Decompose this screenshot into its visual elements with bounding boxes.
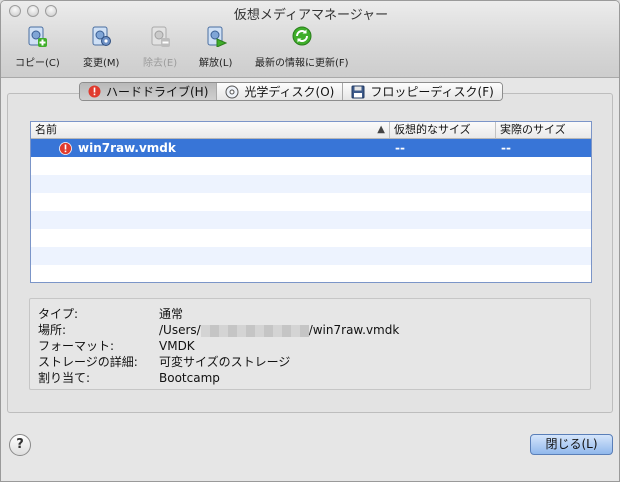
table-header: 名前 ▲ 仮想的なサイズ 実際のサイズ — [31, 122, 591, 139]
empty-row — [31, 193, 591, 211]
detail-location: 場所:/Users//win7raw.vmdk — [38, 323, 400, 337]
row-actual-size: -- — [501, 141, 511, 155]
floppy-icon — [351, 85, 365, 98]
column-actual-size[interactable]: 実際のサイズ — [495, 122, 591, 138]
refresh-button[interactable]: 最新の情報に更新(F) — [255, 25, 349, 71]
copy-button[interactable]: コピー(C) — [15, 25, 60, 71]
media-table: 名前 ▲ 仮想的なサイズ 実際のサイズ win7raw.vmdk -- -- — [30, 121, 592, 283]
disk-release-icon — [207, 26, 227, 47]
refresh-button-label: 最新の情報に更新(F) — [255, 58, 349, 69]
column-name[interactable]: 名前 ▲ — [31, 122, 389, 138]
release-button[interactable]: 解放(L) — [199, 25, 232, 71]
empty-row — [31, 265, 591, 282]
window-title: 仮想メディアマネージャー — [233, 8, 389, 23]
detail-attached: 割り当て: Bootcamp — [38, 371, 220, 385]
table-row[interactable]: win7raw.vmdk -- -- — [31, 139, 591, 157]
tab-optical-disc-label: 光学ディスク(O) — [244, 85, 335, 99]
media-type-tabs: ハードドライブ(H) 光学ディスク(O) フロッピーディスク(F) — [79, 82, 503, 101]
help-button[interactable]: ? — [9, 434, 31, 456]
modify-button[interactable]: 変更(M) — [83, 25, 119, 71]
remove-button-label: 除去(E) — [143, 58, 178, 69]
detail-format: フォーマット: VMDK — [38, 339, 195, 353]
media-manager-window: 仮想メディアマネージャー コピー(C) 変更(M) 除去(E) 解放(L) 最新… — [0, 0, 620, 482]
tab-floppy-label: フロッピーディスク(F) — [370, 85, 494, 99]
disk-remove-icon — [151, 26, 171, 47]
tab-hard-drive-label: ハードドライブ(H) — [106, 85, 209, 99]
tab-optical-disc[interactable]: 光学ディスク(O) — [217, 83, 344, 100]
empty-row — [31, 175, 591, 193]
detail-storage: ストレージの詳細: 可変サイズのストレージ — [38, 355, 291, 369]
close-button[interactable]: 閉じる(L) — [530, 434, 613, 455]
optical-disc-icon — [225, 85, 239, 98]
empty-row — [31, 157, 591, 175]
empty-row — [31, 247, 591, 265]
disk-settings-icon — [92, 26, 112, 46]
sort-ascending-icon: ▲ — [377, 124, 385, 135]
empty-row — [31, 211, 591, 229]
tab-floppy[interactable]: フロッピーディスク(F) — [343, 83, 502, 100]
error-icon — [59, 141, 72, 155]
redacted-path — [200, 324, 309, 337]
media-details: タイプ: 通常 場所:/Users//win7raw.vmdk フォーマット: VM… — [29, 298, 591, 390]
empty-row — [31, 229, 591, 247]
row-virtual-size: -- — [395, 141, 405, 155]
row-name: win7raw.vmdk — [78, 141, 176, 155]
refresh-icon — [292, 26, 312, 46]
copy-button-label: コピー(C) — [15, 58, 60, 69]
tab-hard-drive[interactable]: ハードドライブ(H) — [80, 83, 218, 100]
detail-type: タイプ: 通常 — [38, 307, 184, 321]
modify-button-label: 変更(M) — [83, 58, 120, 69]
disk-add-icon — [28, 26, 48, 47]
table-body: win7raw.vmdk -- -- — [31, 139, 591, 282]
column-virtual-size[interactable]: 仮想的なサイズ — [389, 122, 495, 138]
error-icon — [88, 85, 101, 98]
release-button-label: 解放(L) — [199, 58, 233, 69]
remove-button[interactable]: 除去(E) — [143, 25, 177, 71]
titlebar: 仮想メディアマネージャー コピー(C) 変更(M) 除去(E) 解放(L) 最新… — [1, 1, 619, 78]
